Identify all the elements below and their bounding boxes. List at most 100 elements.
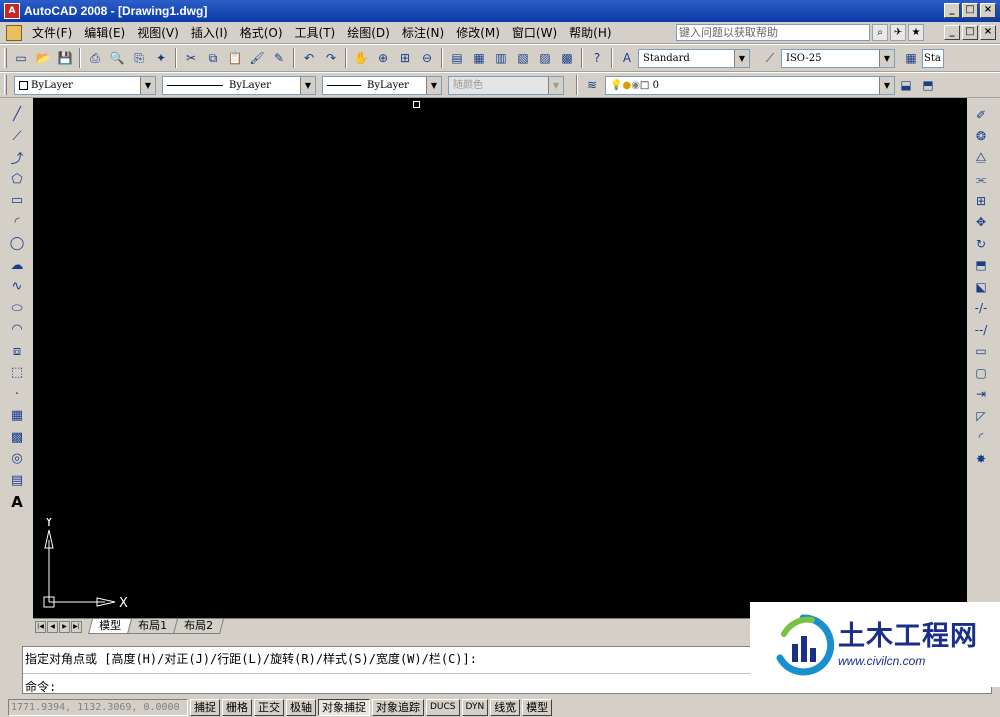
doc-close-button[interactable]: × bbox=[980, 25, 996, 40]
offset-icon[interactable]: ⫘ bbox=[970, 169, 992, 191]
menu-file[interactable]: 文件(F) bbox=[26, 23, 78, 43]
menu-insert[interactable]: 插入(I) bbox=[185, 23, 234, 43]
tab-layout1[interactable]: 布局1 bbox=[126, 619, 179, 634]
last-tab-icon[interactable]: ▶| bbox=[71, 620, 82, 633]
match-properties-icon[interactable]: 🖌 bbox=[247, 48, 267, 68]
copy-icon[interactable]: ⧉ bbox=[203, 48, 223, 68]
zoom-window-icon[interactable]: ⊞ bbox=[395, 48, 415, 68]
table-icon[interactable]: ▤ bbox=[6, 470, 28, 492]
properties-icon[interactable]: ▤ bbox=[447, 48, 467, 68]
chevron-down-icon[interactable]: ▼ bbox=[140, 76, 155, 94]
new-file-icon[interactable]: ▭ bbox=[11, 48, 31, 68]
snap-toggle[interactable]: 捕捉 bbox=[190, 698, 220, 716]
maximize-button[interactable]: □ bbox=[962, 3, 978, 18]
layer-select[interactable]: 💡●◉□ 0 ▼ bbox=[605, 75, 895, 95]
menu-tools[interactable]: 工具(T) bbox=[289, 23, 342, 43]
chevron-down-icon[interactable]: ▼ bbox=[879, 76, 894, 94]
3d-dwf-icon[interactable]: ✦ bbox=[151, 48, 171, 68]
chevron-down-icon[interactable]: ▼ bbox=[548, 76, 563, 94]
polygon-icon[interactable]: ⬠ bbox=[6, 169, 28, 191]
drawing-canvas[interactable]: Y X bbox=[33, 98, 967, 618]
search-icon[interactable]: ⌕ bbox=[872, 24, 888, 41]
zoom-previous-icon[interactable]: ⊖ bbox=[417, 48, 437, 68]
plot-style-select[interactable]: 随颜色 ▼ bbox=[448, 75, 564, 95]
doc-restore-button[interactable]: □ bbox=[962, 25, 978, 40]
chevron-down-icon[interactable]: ▼ bbox=[734, 49, 749, 67]
zoom-realtime-icon[interactable]: ⊕ bbox=[373, 48, 393, 68]
pan-icon[interactable]: ✋ bbox=[351, 48, 371, 68]
menu-dimension[interactable]: 标注(N) bbox=[396, 23, 450, 43]
document-icon[interactable] bbox=[6, 24, 22, 41]
ellipse-arc-icon[interactable]: ◠ bbox=[6, 319, 28, 341]
line-icon[interactable]: ╱ bbox=[6, 104, 28, 126]
fillet-icon[interactable]: ◜ bbox=[970, 427, 992, 449]
move-icon[interactable]: ✥ bbox=[970, 212, 992, 234]
menu-modify[interactable]: 修改(M) bbox=[450, 23, 506, 43]
favorites-star-icon[interactable]: ★ bbox=[908, 24, 924, 41]
help-icon[interactable]: ? bbox=[587, 48, 607, 68]
minimize-button[interactable]: _ bbox=[944, 3, 960, 18]
menu-format[interactable]: 格式(O) bbox=[234, 23, 289, 43]
dyn-toggle[interactable]: DYN bbox=[461, 698, 489, 716]
grid-toggle[interactable]: 栅格 bbox=[222, 698, 252, 716]
text-style-icon[interactable]: A bbox=[617, 48, 637, 68]
coordinate-display[interactable]: 1771.9394, 1132.3069, 0.0000 bbox=[8, 698, 188, 716]
menu-draw[interactable]: 绘图(D) bbox=[341, 23, 396, 43]
rotate-icon[interactable]: ↻ bbox=[970, 233, 992, 255]
multiline-text-icon[interactable]: A bbox=[6, 491, 28, 513]
circle-icon[interactable]: ◯ bbox=[6, 233, 28, 255]
menu-window[interactable]: 窗口(W) bbox=[506, 23, 563, 43]
first-tab-icon[interactable]: |◀ bbox=[35, 620, 46, 633]
arc-icon[interactable]: ◜ bbox=[6, 212, 28, 234]
plot-icon[interactable]: ⎙ bbox=[85, 48, 105, 68]
layer-previous-icon[interactable]: ⬒ bbox=[918, 75, 938, 95]
lineweight-select[interactable]: ByLayer ▼ bbox=[322, 75, 442, 95]
join-icon[interactable]: ⇥ bbox=[970, 384, 992, 406]
hatch-icon[interactable]: ▦ bbox=[6, 405, 28, 427]
table-style-icon[interactable]: ▦ bbox=[901, 48, 921, 68]
model-toggle[interactable]: 模型 bbox=[522, 698, 553, 716]
table-style-select[interactable]: Sta bbox=[922, 48, 944, 68]
redo-icon[interactable]: ↷ bbox=[321, 48, 341, 68]
color-select[interactable]: ByLayer ▼ bbox=[14, 75, 156, 95]
prev-tab-icon[interactable]: ◀ bbox=[47, 620, 58, 633]
menu-edit[interactable]: 编辑(E) bbox=[78, 23, 131, 43]
trim-icon[interactable]: -/- bbox=[970, 298, 992, 320]
region-icon[interactable]: ◎ bbox=[6, 448, 28, 470]
block-editor-icon[interactable]: ✎ bbox=[269, 48, 289, 68]
paste-icon[interactable]: 📋 bbox=[225, 48, 245, 68]
chevron-down-icon[interactable]: ▼ bbox=[426, 76, 441, 94]
text-style-select[interactable]: Standard ▼ bbox=[638, 48, 750, 68]
command-prompt[interactable]: 命令: bbox=[25, 678, 56, 695]
tab-model[interactable]: 模型 bbox=[87, 619, 133, 634]
rectangle-icon[interactable]: ▭ bbox=[6, 190, 28, 212]
ortho-toggle[interactable]: 正交 bbox=[254, 698, 284, 716]
spline-icon[interactable]: ∿ bbox=[6, 276, 28, 298]
chevron-down-icon[interactable]: ▼ bbox=[879, 49, 894, 67]
menu-help[interactable]: 帮助(H) bbox=[563, 23, 617, 43]
polar-toggle[interactable]: 极轴 bbox=[286, 698, 316, 716]
autocad-app-icon[interactable]: A bbox=[4, 3, 20, 19]
cut-icon[interactable]: ✂ bbox=[181, 48, 201, 68]
mirror-icon[interactable]: ⧋ bbox=[970, 147, 992, 169]
osnap-toggle[interactable]: 对象捕捉 bbox=[318, 698, 370, 716]
dim-style-icon[interactable]: ⟋ bbox=[760, 48, 780, 68]
gradient-icon[interactable]: ▩ bbox=[6, 427, 28, 449]
calculator-icon[interactable]: ▩ bbox=[557, 48, 577, 68]
extend-icon[interactable]: --/ bbox=[970, 319, 992, 341]
otrack-toggle[interactable]: 对象追踪 bbox=[372, 698, 424, 716]
make-object-layer-current-icon[interactable]: ⬓ bbox=[896, 75, 916, 95]
polyline-icon[interactable]: ⤴ bbox=[6, 147, 28, 169]
tool-palettes-icon[interactable]: ▥ bbox=[491, 48, 511, 68]
ellipse-icon[interactable]: ⬭ bbox=[6, 298, 28, 320]
plot-preview-icon[interactable]: 🔍 bbox=[107, 48, 127, 68]
erase-icon[interactable]: ✐ bbox=[970, 104, 992, 126]
publish-icon[interactable]: ⎘ bbox=[129, 48, 149, 68]
communication-center-icon[interactable]: ✈ bbox=[890, 24, 906, 41]
toolbar-grip[interactable] bbox=[4, 75, 7, 95]
dim-style-select[interactable]: ISO-25 ▼ bbox=[781, 48, 895, 68]
ducs-toggle[interactable]: DUCS bbox=[426, 698, 460, 716]
tab-layout2[interactable]: 布局2 bbox=[172, 619, 225, 634]
undo-icon[interactable]: ↶ bbox=[299, 48, 319, 68]
scale-icon[interactable]: ⬒ bbox=[970, 255, 992, 277]
